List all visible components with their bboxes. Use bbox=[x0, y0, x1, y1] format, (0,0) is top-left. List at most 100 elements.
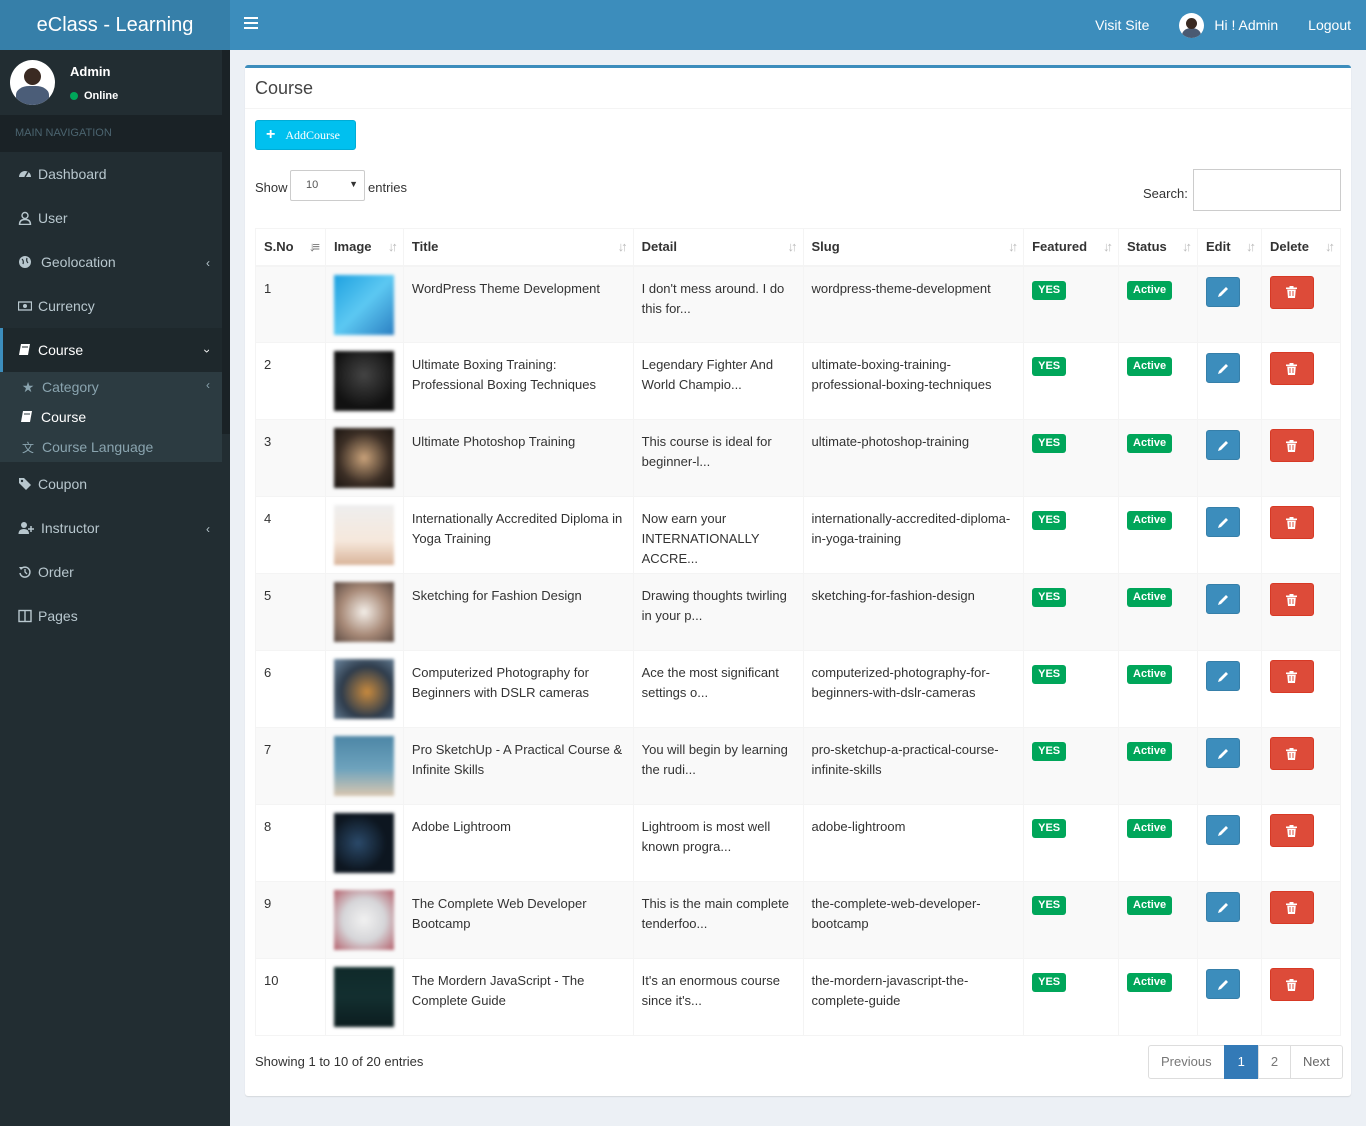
submenu-item-course[interactable]: Course bbox=[0, 402, 222, 432]
globe-icon bbox=[19, 256, 31, 268]
status-badge[interactable]: Active bbox=[1127, 896, 1173, 915]
sidebar-item-order[interactable]: Order bbox=[0, 550, 222, 594]
cell-image bbox=[324, 650, 404, 728]
status-badge[interactable]: Active bbox=[1127, 973, 1173, 992]
trash-icon bbox=[1286, 439, 1298, 452]
cell-title: The Mordern JavaScript - The Complete Gu… bbox=[402, 958, 634, 1036]
logout-link[interactable]: Logout bbox=[1293, 0, 1366, 50]
featured-badge[interactable]: YES bbox=[1032, 357, 1067, 376]
featured-badge[interactable]: YES bbox=[1032, 511, 1067, 530]
edit-button[interactable] bbox=[1206, 353, 1240, 383]
status-badge[interactable]: Active bbox=[1127, 434, 1173, 453]
status-badge[interactable]: Active bbox=[1127, 357, 1173, 376]
edit-button[interactable] bbox=[1206, 969, 1240, 999]
delete-button[interactable] bbox=[1269, 352, 1314, 385]
submenu-item-category[interactable]: ★ Category ‹ bbox=[0, 372, 222, 402]
pagination-page-1[interactable]: 1 bbox=[1223, 1045, 1259, 1079]
delete-button[interactable] bbox=[1269, 968, 1314, 1001]
course-title: Adobe Lightroom bbox=[411, 819, 511, 834]
pagination: Previous 1 2 Next bbox=[1148, 1045, 1343, 1079]
featured-badge[interactable]: YES bbox=[1032, 280, 1067, 300]
visit-site-link[interactable]: Visit Site bbox=[1080, 0, 1164, 50]
sidebar: Admin Online MAIN NAVIGATION Dashboard U… bbox=[0, 50, 230, 1126]
column-header-delete[interactable]: Delete ↓↑ bbox=[1260, 228, 1342, 267]
delete-button[interactable] bbox=[1269, 737, 1314, 770]
column-header-status[interactable]: Status ↓↑ bbox=[1118, 228, 1198, 267]
featured-badge[interactable]: YES bbox=[1032, 973, 1067, 992]
delete-button[interactable] bbox=[1269, 814, 1314, 847]
trash-icon bbox=[1286, 362, 1298, 375]
cell-status: Active bbox=[1118, 419, 1198, 497]
featured-badge[interactable]: YES bbox=[1032, 588, 1067, 607]
sidebar-item-dashboard[interactable]: Dashboard bbox=[0, 152, 222, 196]
cell-sno: 1 bbox=[255, 265, 326, 343]
edit-button[interactable] bbox=[1206, 507, 1240, 537]
course-detail: You will begin by learning the rudi... bbox=[641, 742, 788, 777]
history-icon bbox=[19, 566, 31, 578]
sidebar-item-currency[interactable]: Currency bbox=[0, 284, 222, 328]
edit-button[interactable] bbox=[1206, 815, 1240, 845]
edit-button[interactable] bbox=[1206, 584, 1240, 614]
featured-badge[interactable]: YES bbox=[1032, 434, 1067, 453]
edit-button[interactable] bbox=[1206, 892, 1240, 922]
column-header-slug[interactable]: Slug ↓↑ bbox=[802, 228, 1025, 267]
cell-image bbox=[324, 958, 404, 1036]
status-badge[interactable]: Active bbox=[1127, 819, 1173, 838]
status-badge[interactable]: Active bbox=[1127, 280, 1173, 300]
sidebar-item-pages[interactable]: Pages bbox=[0, 594, 222, 638]
table-row: 1 WordPress Theme Development I don't mess… bbox=[255, 265, 1342, 343]
submenu-item-course-language[interactable]: 文 Course Language bbox=[0, 432, 222, 462]
course-detail: Now earn your INTERNATIONALLY ACCRE... bbox=[641, 511, 760, 566]
edit-button[interactable] bbox=[1206, 430, 1240, 460]
sidebar-item-user[interactable]: User bbox=[0, 196, 222, 240]
sidebar-toggle-icon[interactable] bbox=[244, 17, 258, 33]
column-header-sno[interactable]: S.No ↓≡ bbox=[255, 228, 326, 267]
edit-button[interactable] bbox=[1206, 661, 1240, 691]
status-badge[interactable]: Active bbox=[1127, 511, 1173, 530]
cell-slug: wordpress-theme-development bbox=[802, 265, 1025, 343]
delete-button[interactable] bbox=[1269, 583, 1314, 616]
course-slug: ultimate-boxing-training-professional-bo… bbox=[811, 357, 992, 392]
search-input[interactable] bbox=[1193, 169, 1341, 211]
delete-button[interactable] bbox=[1269, 891, 1314, 924]
column-header-title[interactable]: Title ↓↑ bbox=[402, 228, 634, 267]
edit-button[interactable] bbox=[1206, 738, 1240, 768]
cell-sno: 6 bbox=[255, 650, 326, 728]
cell-image bbox=[324, 496, 404, 574]
pagination-page-2[interactable]: 2 bbox=[1257, 1045, 1292, 1079]
sidebar-item-course[interactable]: Course ‹ bbox=[0, 328, 222, 372]
status-badge[interactable]: Active bbox=[1127, 588, 1173, 607]
column-header-image[interactable]: Image ↓↑ bbox=[324, 228, 404, 267]
column-header-edit[interactable]: Edit ↓↑ bbox=[1197, 228, 1262, 267]
delete-button[interactable] bbox=[1269, 429, 1314, 462]
sidebar-item-label: Dashboard bbox=[38, 166, 107, 182]
pagination-next[interactable]: Next bbox=[1290, 1045, 1343, 1079]
delete-button[interactable] bbox=[1269, 275, 1314, 309]
featured-badge[interactable]: YES bbox=[1032, 819, 1067, 838]
sidebar-item-coupon[interactable]: Coupon bbox=[0, 462, 222, 506]
page-length-select[interactable]: 10 ▼ bbox=[290, 170, 365, 201]
delete-button[interactable] bbox=[1269, 660, 1314, 693]
add-course-button[interactable]: + AddCourse bbox=[255, 120, 356, 150]
brand-logo[interactable]: eClass - Learning bbox=[0, 0, 230, 50]
featured-badge[interactable]: YES bbox=[1032, 896, 1067, 915]
sidebar-scrollbar[interactable] bbox=[222, 50, 230, 434]
column-header-detail[interactable]: Detail ↓↑ bbox=[632, 228, 804, 267]
column-label: Slug bbox=[811, 239, 840, 255]
divider bbox=[245, 108, 1351, 109]
sidebar-item-instructor[interactable]: Instructor ‹ bbox=[0, 506, 222, 550]
featured-badge[interactable]: YES bbox=[1032, 665, 1067, 684]
edit-button[interactable] bbox=[1206, 276, 1240, 307]
user-menu[interactable]: Hi ! Admin bbox=[1164, 12, 1293, 38]
course-title: Ultimate Boxing Training: Professional B… bbox=[411, 357, 596, 392]
delete-button[interactable] bbox=[1269, 506, 1314, 539]
column-header-featured[interactable]: Featured ↓↑ bbox=[1023, 228, 1120, 267]
featured-badge[interactable]: YES bbox=[1032, 742, 1067, 761]
cell-delete bbox=[1260, 419, 1342, 497]
status-badge[interactable]: Active bbox=[1127, 665, 1173, 684]
course-detail: Legendary Fighter And World Champio... bbox=[641, 357, 774, 392]
sidebar-item-geolocation[interactable]: Geolocation ‹ bbox=[0, 240, 222, 284]
pagination-previous[interactable]: Previous bbox=[1148, 1045, 1225, 1079]
status-badge[interactable]: Active bbox=[1127, 742, 1173, 761]
course-thumbnail bbox=[333, 813, 394, 873]
